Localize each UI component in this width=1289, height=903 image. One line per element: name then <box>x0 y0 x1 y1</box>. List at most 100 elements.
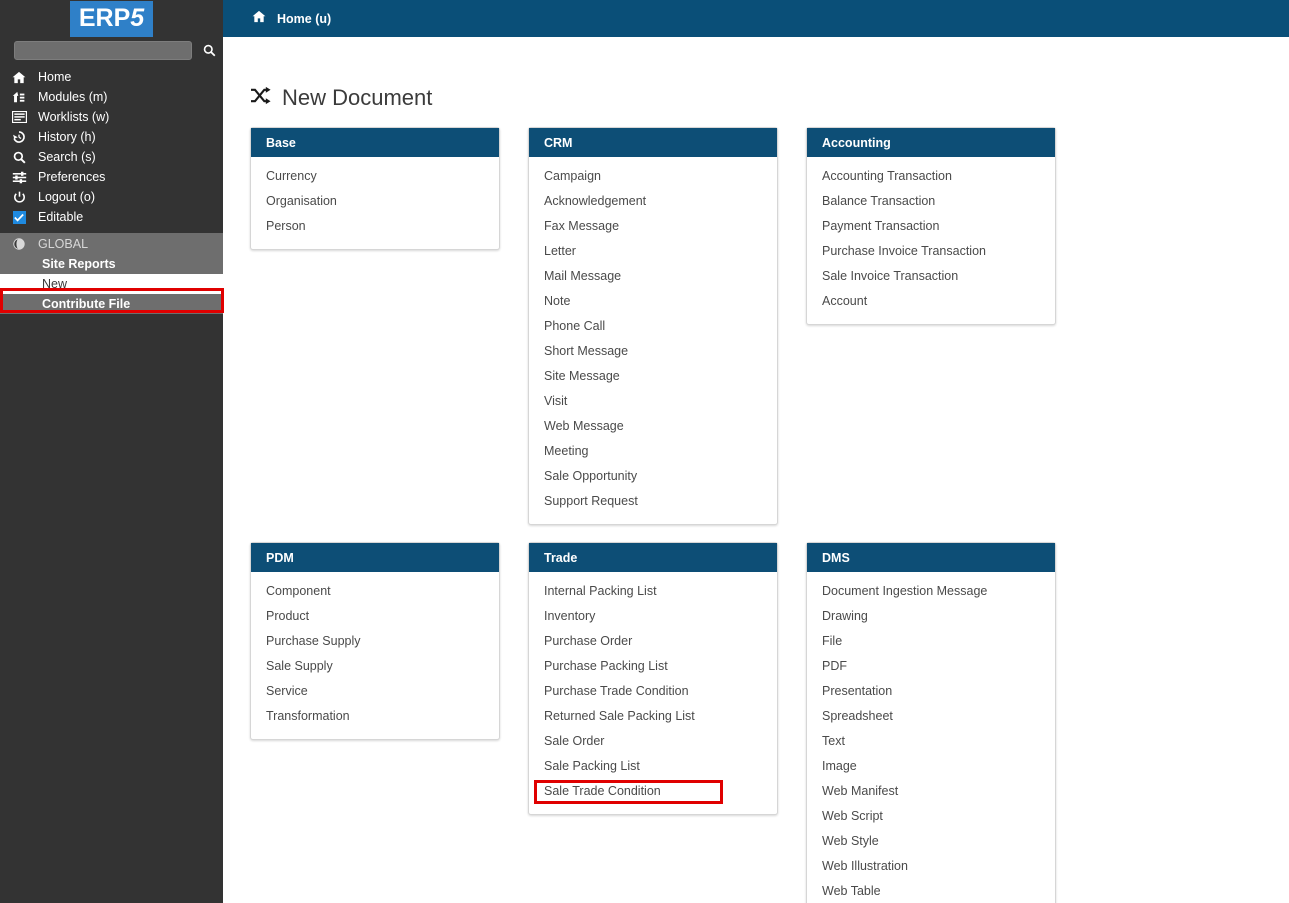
card-item-visit[interactable]: Visit <box>529 388 777 413</box>
card-item-account[interactable]: Account <box>807 288 1055 313</box>
card-item-inventory[interactable]: Inventory <box>529 603 777 628</box>
card-item-drawing[interactable]: Drawing <box>807 603 1055 628</box>
card-item-web-message[interactable]: Web Message <box>529 413 777 438</box>
history-icon <box>0 130 38 144</box>
card-title: CRM <box>529 128 777 157</box>
card-item-short-message[interactable]: Short Message <box>529 338 777 363</box>
card-item-currency[interactable]: Currency <box>251 163 499 188</box>
card-item-service[interactable]: Service <box>251 678 499 703</box>
card-item-mail-message[interactable]: Mail Message <box>529 263 777 288</box>
sidebar-item-contribute-file[interactable]: Contribute File <box>0 294 223 314</box>
card-items: Document Ingestion Message Drawing File … <box>807 572 1055 903</box>
card-item-transformation[interactable]: Transformation <box>251 703 499 728</box>
document-type-grid: Base Currency Organisation Person CRM Ca… <box>250 127 1260 903</box>
sidebar-item-preferences[interactable]: Preferences <box>0 167 223 187</box>
card-item-presentation[interactable]: Presentation <box>807 678 1055 703</box>
sidebar-item-label: Home <box>38 70 72 84</box>
search-input[interactable] <box>14 41 192 60</box>
card-title: DMS <box>807 543 1055 572</box>
card-item-person[interactable]: Person <box>251 213 499 238</box>
card-item-component[interactable]: Component <box>251 578 499 603</box>
card-item-note[interactable]: Note <box>529 288 777 313</box>
sidebar-subitem-label: Site Reports <box>42 257 116 271</box>
search-icon[interactable] <box>201 42 217 60</box>
sidebar-item-modules[interactable]: Modules (m) <box>0 87 223 107</box>
worklists-icon <box>0 111 38 123</box>
sidebar-item-label: Editable <box>38 210 84 224</box>
card-item-payment-transaction[interactable]: Payment Transaction <box>807 213 1055 238</box>
power-icon <box>0 191 38 204</box>
card-item-product[interactable]: Product <box>251 603 499 628</box>
card-item-campaign[interactable]: Campaign <box>529 163 777 188</box>
card-item-fax-message[interactable]: Fax Message <box>529 213 777 238</box>
card-base: Base Currency Organisation Person <box>250 127 500 250</box>
card-item-sale-trade-condition[interactable]: Sale Trade Condition <box>529 778 777 803</box>
sidebar-item-label: Search (s) <box>38 150 96 164</box>
card-dms: DMS Document Ingestion Message Drawing F… <box>806 542 1056 903</box>
card-item-accounting-transaction[interactable]: Accounting Transaction <box>807 163 1055 188</box>
main-content: New Document Base Currency Organisation … <box>223 37 1289 903</box>
grid-row-1: Base Currency Organisation Person CRM Ca… <box>250 127 1260 525</box>
sidebar-item-search[interactable]: Search (s) <box>0 147 223 167</box>
card-item-support-request[interactable]: Support Request <box>529 488 777 513</box>
modules-icon <box>0 91 38 104</box>
card-items: Component Product Purchase Supply Sale S… <box>251 572 499 739</box>
sidebar-item-label: History (h) <box>38 130 96 144</box>
checkbox-checked-icon[interactable] <box>0 210 38 224</box>
card-trade: Trade Internal Packing List Inventory Pu… <box>528 542 778 815</box>
card-title: Trade <box>529 543 777 572</box>
sidebar: ERP5 Home Modules (m) Worklists (w) Hist… <box>0 0 223 903</box>
card-item-purchase-order[interactable]: Purchase Order <box>529 628 777 653</box>
sidebar-item-home[interactable]: Home <box>0 67 223 87</box>
card-item-spreadsheet[interactable]: Spreadsheet <box>807 703 1055 728</box>
card-item-pdf[interactable]: PDF <box>807 653 1055 678</box>
card-item-purchase-invoice-transaction[interactable]: Purchase Invoice Transaction <box>807 238 1055 263</box>
sidebar-global-section: GLOBAL Site Reports New Contribute File <box>0 233 223 314</box>
card-crm: CRM Campaign Acknowledgement Fax Message… <box>528 127 778 525</box>
sidebar-item-label: Worklists (w) <box>38 110 110 124</box>
sidebar-item-worklists[interactable]: Worklists (w) <box>0 107 223 127</box>
breadcrumb-home[interactable]: Home (u) <box>277 12 331 26</box>
card-item-image[interactable]: Image <box>807 753 1055 778</box>
erp5-logo[interactable]: ERP5 <box>69 0 154 37</box>
page-title: New Document <box>250 85 1289 111</box>
card-item-site-message[interactable]: Site Message <box>529 363 777 388</box>
sidebar-item-new[interactable]: New <box>0 274 223 294</box>
card-item-web-script[interactable]: Web Script <box>807 803 1055 828</box>
card-item-web-manifest[interactable]: Web Manifest <box>807 778 1055 803</box>
card-item-letter[interactable]: Letter <box>529 238 777 263</box>
card-title: Accounting <box>807 128 1055 157</box>
card-item-sale-packing-list[interactable]: Sale Packing List <box>529 753 777 778</box>
card-item-web-table[interactable]: Web Table <box>807 878 1055 903</box>
card-item-sale-opportunity[interactable]: Sale Opportunity <box>529 463 777 488</box>
card-item-organisation[interactable]: Organisation <box>251 188 499 213</box>
top-header-bar: Home (u) <box>223 0 1289 37</box>
card-item-acknowledgement[interactable]: Acknowledgement <box>529 188 777 213</box>
card-item-sale-supply[interactable]: Sale Supply <box>251 653 499 678</box>
card-item-purchase-packing-list[interactable]: Purchase Packing List <box>529 653 777 678</box>
card-item-balance-transaction[interactable]: Balance Transaction <box>807 188 1055 213</box>
card-item-internal-packing-list[interactable]: Internal Packing List <box>529 578 777 603</box>
sidebar-item-site-reports[interactable]: Site Reports <box>0 254 223 274</box>
logo-row: ERP5 <box>0 0 223 37</box>
sidebar-item-history[interactable]: History (h) <box>0 127 223 147</box>
card-item-sale-order[interactable]: Sale Order <box>529 728 777 753</box>
card-item-file[interactable]: File <box>807 628 1055 653</box>
card-item-purchase-trade-condition[interactable]: Purchase Trade Condition <box>529 678 777 703</box>
card-item-text[interactable]: Text <box>807 728 1055 753</box>
logo-text: ERP <box>78 3 131 32</box>
sidebar-global-label: GLOBAL <box>38 236 89 251</box>
card-item-web-illustration[interactable]: Web Illustration <box>807 853 1055 878</box>
card-item-returned-sale-packing-list[interactable]: Returned Sale Packing List <box>529 703 777 728</box>
card-item-document-ingestion-message[interactable]: Document Ingestion Message <box>807 578 1055 603</box>
sidebar-item-editable[interactable]: Editable <box>0 207 223 227</box>
card-item-sale-invoice-transaction[interactable]: Sale Invoice Transaction <box>807 263 1055 288</box>
card-items: Internal Packing List Inventory Purchase… <box>529 572 777 814</box>
card-item-purchase-supply[interactable]: Purchase Supply <box>251 628 499 653</box>
card-item-meeting[interactable]: Meeting <box>529 438 777 463</box>
sidebar-item-logout[interactable]: Logout (o) <box>0 187 223 207</box>
card-item-web-style[interactable]: Web Style <box>807 828 1055 853</box>
search-row <box>0 37 223 64</box>
card-item-phone-call[interactable]: Phone Call <box>529 313 777 338</box>
page-title-text: New Document <box>282 85 433 110</box>
